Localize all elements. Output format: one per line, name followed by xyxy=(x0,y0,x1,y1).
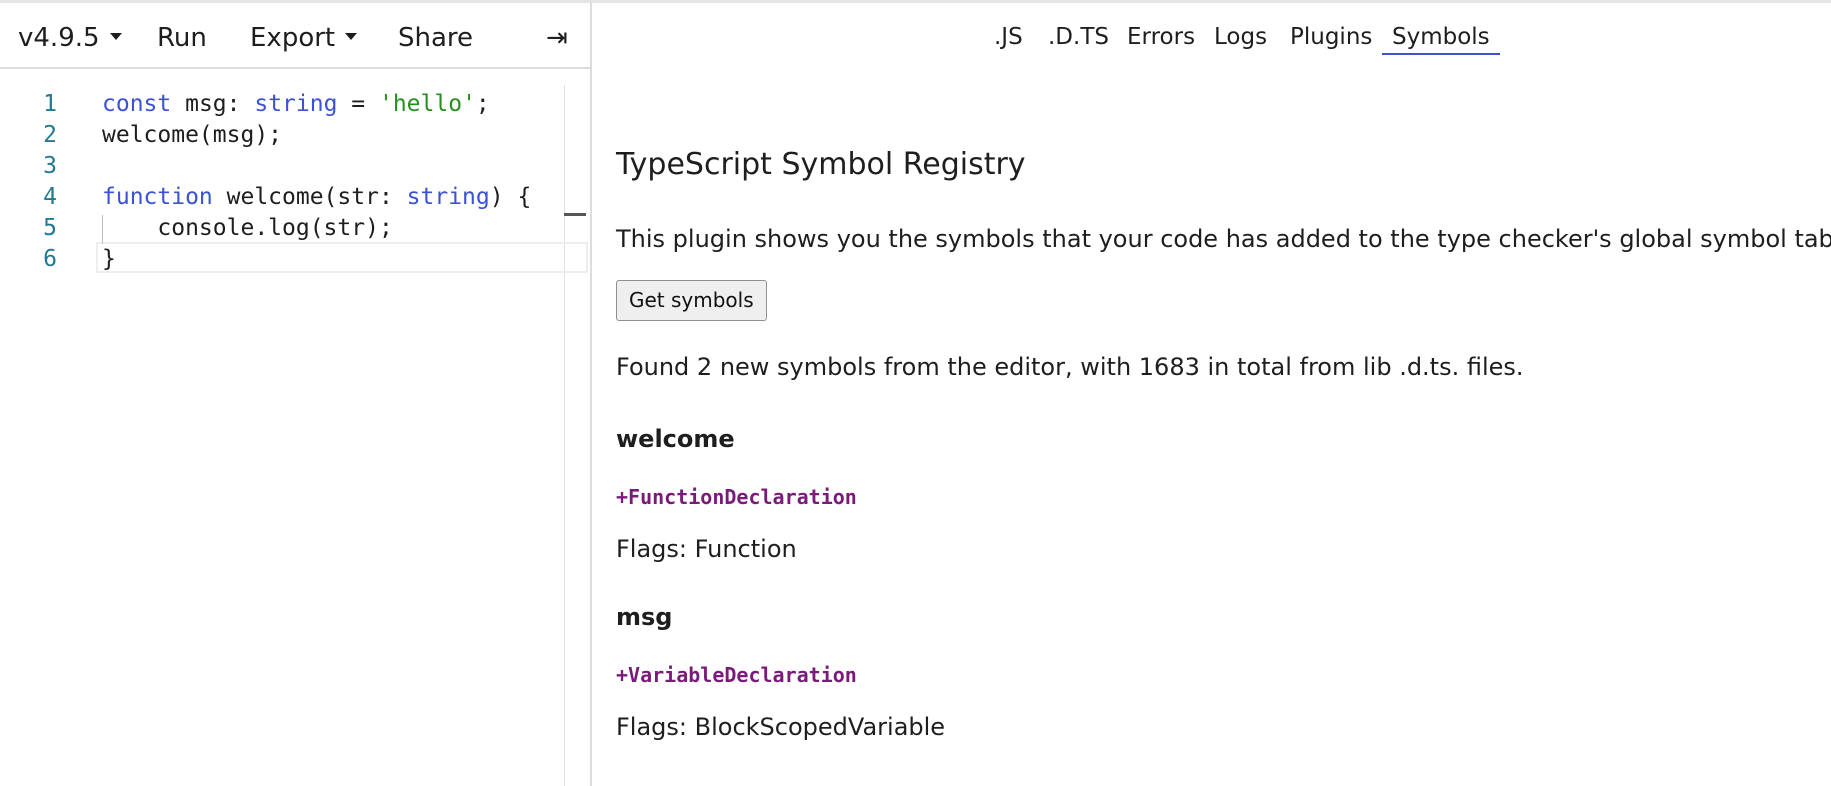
tab-symbols[interactable]: Symbols xyxy=(1382,21,1500,55)
collapse-sidebar-icon[interactable]: ⇥ xyxy=(546,22,568,54)
code-text: function welcome(str: string) { xyxy=(102,182,531,213)
tab-errors[interactable]: Errors xyxy=(1127,21,1195,53)
run-button[interactable]: Run xyxy=(157,22,207,54)
tab-js[interactable]: .JS xyxy=(994,21,1023,53)
output-pane: .JS .D.TS Errors Logs Plugins Symbols Ty… xyxy=(594,3,1831,786)
get-symbols-button[interactable]: Get symbols xyxy=(616,280,767,321)
symbol-name: welcome xyxy=(616,425,735,453)
symbol-declaration: +VariableDeclaration xyxy=(616,663,857,687)
code-text: } xyxy=(102,244,116,275)
tab-logs[interactable]: Logs xyxy=(1214,21,1267,53)
string-token: 'hello' xyxy=(378,91,476,117)
output-tabs: .JS .D.TS Errors Logs Plugins Symbols xyxy=(594,21,1831,57)
symbol-declaration: +FunctionDeclaration xyxy=(616,485,857,509)
keyword-token: string xyxy=(406,184,490,210)
line-number: 6 xyxy=(43,246,57,272)
export-dropdown[interactable]: Export xyxy=(250,22,358,54)
editor-toolbar: v4.9.5 Run Export Share ⇥ xyxy=(0,3,592,69)
export-label: Export xyxy=(250,23,336,53)
keyword-token: function xyxy=(102,184,213,210)
share-button[interactable]: Share xyxy=(398,22,473,54)
code-line[interactable]: 3 xyxy=(0,151,588,182)
version-dropdown[interactable]: v4.9.5 xyxy=(18,22,122,54)
code-text: welcome(msg); xyxy=(102,120,282,151)
line-number: 1 xyxy=(43,91,57,117)
code-line[interactable]: 1 const msg: string = 'hello'; xyxy=(0,89,588,120)
panel-description: This plugin shows you the symbols that y… xyxy=(616,225,1831,253)
code-token: = xyxy=(337,91,379,117)
version-label: v4.9.5 xyxy=(18,23,100,53)
tab-dts[interactable]: .D.TS xyxy=(1048,21,1109,53)
code-token: welcome(str: xyxy=(212,184,407,210)
chevron-down-icon xyxy=(345,33,358,40)
code-text: const msg: string = 'hello'; xyxy=(102,89,490,120)
found-summary: Found 2 new symbols from the editor, wit… xyxy=(616,353,1524,381)
code-text: console.log(str); xyxy=(102,213,393,244)
line-number: 2 xyxy=(43,122,57,148)
code-token: ) { xyxy=(489,184,532,210)
code-token: console.log(str); xyxy=(102,215,393,241)
chevron-down-icon xyxy=(109,33,122,40)
symbol-flags: Flags: Function xyxy=(616,535,797,563)
code-editor[interactable]: 1 const msg: string = 'hello'; 2 welcome(ms… xyxy=(0,71,590,786)
code-token: } xyxy=(102,246,116,272)
code-token: welcome(msg); xyxy=(102,122,283,148)
keyword-token: string xyxy=(254,91,338,117)
symbol-flags: Flags: BlockScopedVariable xyxy=(616,713,946,741)
code-line[interactable]: 4 function welcome(str: string) { xyxy=(0,182,588,213)
tab-plugins[interactable]: Plugins xyxy=(1290,21,1372,53)
editor-pane: v4.9.5 Run Export Share ⇥ 1 const msg: st… xyxy=(0,3,592,786)
keyword-token: const xyxy=(102,91,172,117)
line-number: 4 xyxy=(43,184,57,210)
line-number: 5 xyxy=(43,215,57,241)
code-token: msg: xyxy=(171,91,255,117)
code-line[interactable]: 5 console.log(str); xyxy=(0,213,588,244)
code-line[interactable]: 6} xyxy=(0,244,588,275)
symbol-name: msg xyxy=(616,603,673,631)
panel-title: TypeScript Symbol Registry xyxy=(616,147,1026,182)
line-number: 3 xyxy=(43,153,57,179)
code-line[interactable]: 2 welcome(msg); xyxy=(0,120,588,151)
code-token: ; xyxy=(475,91,490,117)
